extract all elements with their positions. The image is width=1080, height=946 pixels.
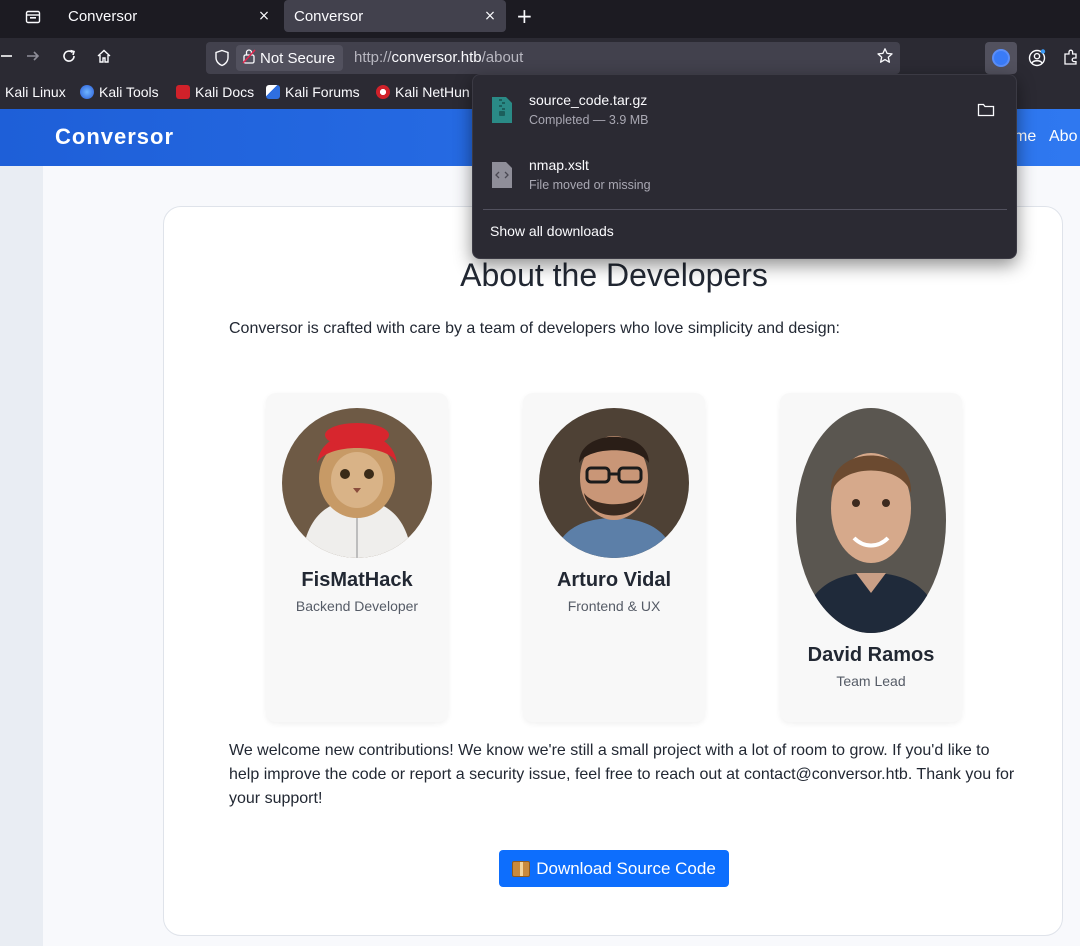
tab-close-icon[interactable]: × (254, 8, 274, 24)
kali-nethunter-icon (376, 85, 390, 99)
kali-forums-icon (266, 85, 280, 99)
url-scheme: http:// (354, 49, 392, 66)
bookmark-kali-docs[interactable]: Kali Docs (176, 84, 254, 100)
developer-role: Team Lead (836, 673, 906, 689)
folder-icon[interactable] (977, 102, 995, 122)
developer-name: Arturo Vidal (556, 569, 672, 591)
developer-name: David Ramos (807, 644, 935, 666)
nav-link-home[interactable]: me (1014, 128, 1036, 146)
tab-list-icon[interactable] (18, 6, 48, 28)
developer-avatar-man (796, 408, 946, 633)
nav-link-about[interactable]: Abo (1049, 128, 1077, 146)
not-secure-badge[interactable]: Not Secure (236, 45, 344, 71)
kali-tools-icon (80, 85, 94, 99)
back-icon[interactable] (0, 48, 18, 67)
tab-conversor-2[interactable]: Conversor × (284, 0, 506, 32)
developer-card: FisMatHack Backend Developer (266, 393, 448, 722)
about-card: About the Developers Conversor is crafte… (163, 206, 1063, 936)
page-side-strip (0, 166, 43, 946)
developer-role: Frontend & UX (567, 598, 661, 614)
archive-file-icon (491, 96, 513, 124)
tab-conversor-1[interactable]: Conversor × (58, 0, 280, 32)
url-host: conversor.htb (391, 49, 482, 66)
site-brand[interactable]: Conversor (55, 124, 174, 150)
developer-avatar-man-glasses (539, 408, 689, 558)
developer-name: FisMatHack (301, 569, 413, 591)
developer-card: Arturo Vidal Frontend & UX (523, 393, 705, 722)
tab-bar: Conversor × Conversor × + (0, 0, 1080, 38)
tracking-shield-icon[interactable] (214, 49, 230, 71)
extensions-icon[interactable] (1062, 48, 1080, 70)
show-all-downloads-link[interactable]: Show all downloads (490, 223, 614, 239)
download-status: File moved or missing (529, 178, 651, 192)
download-progress-icon (994, 51, 1008, 65)
download-item[interactable]: source_code.tar.gz Completed — 3.9 MB (489, 86, 999, 136)
insecure-lock-icon (242, 48, 256, 68)
download-filename: nmap.xslt (529, 157, 589, 173)
tab-close-icon[interactable]: × (480, 8, 500, 24)
download-source-button[interactable]: Download Source Code (499, 850, 729, 887)
code-file-icon (491, 161, 513, 189)
contribution-text: We welcome new contributions! We know we… (229, 742, 1015, 807)
tab-title: Conversor (68, 7, 138, 25)
bookmark-label: Kali Linux (5, 84, 66, 100)
developer-card: David Ramos Team Lead (780, 393, 962, 722)
download-filename: source_code.tar.gz (529, 92, 648, 108)
account-icon[interactable] (1028, 49, 1046, 71)
bookmark-kali-tools[interactable]: Kali Tools (80, 84, 159, 100)
not-secure-label: Not Secure (260, 49, 336, 67)
bookmark-kali-nethunter[interactable]: Kali NetHun (376, 84, 470, 100)
downloads-divider (483, 209, 1007, 210)
new-tab-button[interactable]: + (516, 4, 533, 28)
address-bar[interactable]: Not Secure http://conversor.htb/about (206, 42, 900, 74)
forward-icon[interactable] (21, 48, 45, 68)
developer-avatar-cat (282, 408, 432, 558)
home-icon[interactable] (92, 48, 116, 68)
bookmark-kali-forums[interactable]: Kali Forums (266, 84, 360, 100)
package-icon (512, 860, 531, 877)
bookmark-label: Kali Docs (195, 84, 255, 100)
bookmark-kali-linux[interactable]: Kali Linux (5, 84, 66, 100)
tab-title: Conversor (294, 7, 364, 25)
url-text[interactable]: http://conversor.htb/about (354, 49, 523, 66)
downloads-panel: source_code.tar.gz Completed — 3.9 MB nm… (472, 74, 1017, 259)
developer-role: Backend Developer (295, 598, 419, 614)
bookmark-label: Kali Tools (99, 84, 159, 100)
url-path: /about (481, 49, 524, 66)
bookmark-label: Kali NetHun (395, 84, 470, 100)
bookmark-star-icon[interactable] (876, 47, 894, 69)
download-source-label: Download Source Code (536, 858, 716, 878)
page-title: About the Developers (460, 257, 768, 293)
intro-text: Conversor is crafted with care by a team… (229, 320, 840, 337)
kali-docs-icon (176, 85, 190, 99)
reload-icon[interactable] (57, 48, 81, 68)
download-item[interactable]: nmap.xslt File moved or missing (489, 151, 999, 201)
downloads-button[interactable] (985, 42, 1017, 74)
bookmark-label: Kali Forums (285, 84, 360, 100)
download-status: Completed — 3.9 MB (529, 113, 649, 127)
